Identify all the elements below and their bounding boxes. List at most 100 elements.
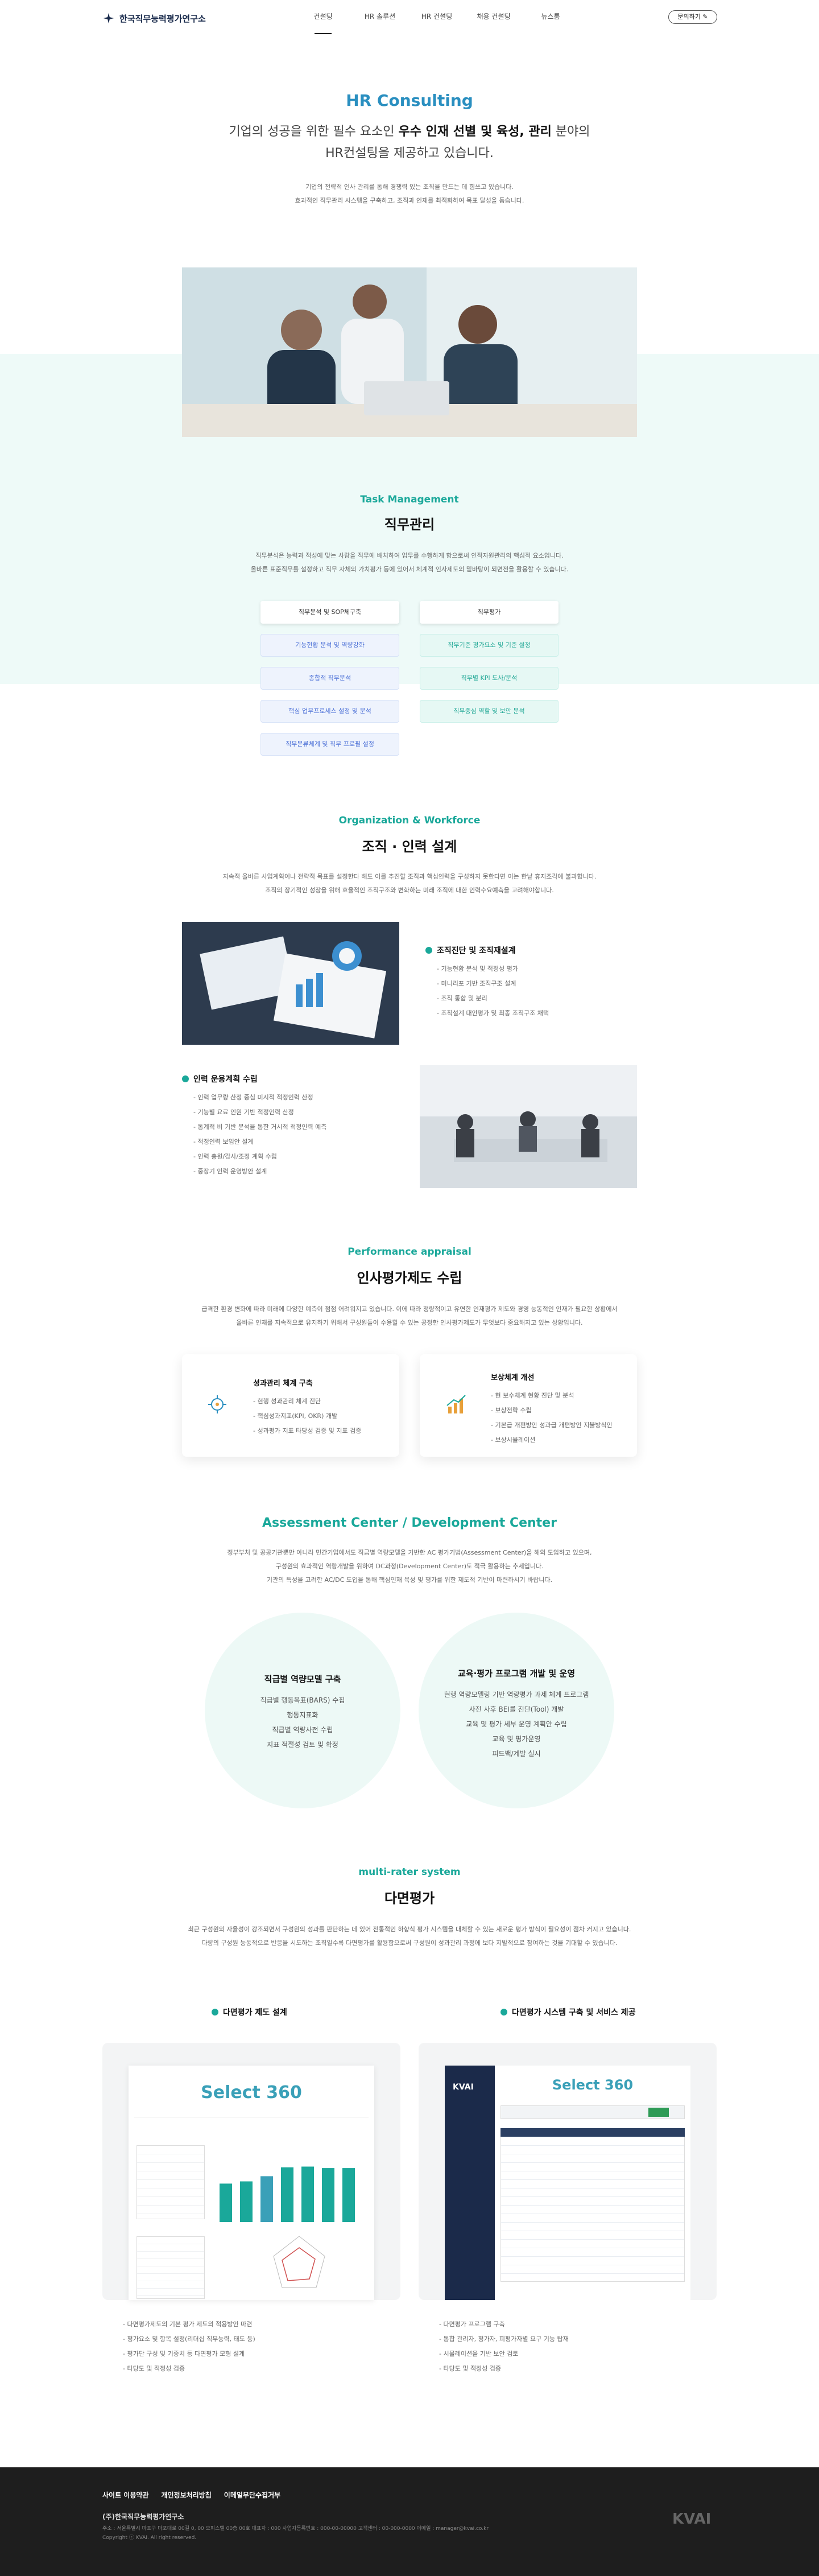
list-item: 보상시뮬레이션 <box>491 1433 613 1448</box>
list-item: 인력 충원/감사/조정 계획 수립 <box>193 1149 387 1164</box>
perf-desc-1: 급격한 환경 변화에 따라 미래에 다양한 예측이 점점 어려워지고 있습니다.… <box>201 1305 618 1313</box>
multi-system-panel: KVAI Select 360 <box>419 2043 717 2300</box>
report-illustration <box>182 922 399 1045</box>
task-item[interactable]: 종합적 직무분석 <box>260 667 399 690</box>
task-item[interactable]: 기능현황 분석 및 역량강화 <box>260 634 399 657</box>
hero-lead-a: 기업의 성공을 위한 필수 요소인 <box>229 125 399 139</box>
hero-desc-2: 효과적인 직무관리 시스템을 구축하고, 조직과 인재를 최적화하여 목표 달성… <box>295 197 524 204</box>
task-item[interactable]: 직무별 KPI 도사/분석 <box>420 667 559 690</box>
list-item: 통합 관리자, 평가자, 피평가자별 요구 기능 탑재 <box>439 2332 568 2347</box>
nav-item-hr-solution[interactable]: HR 솔루션 <box>351 13 408 35</box>
perf-card-1-title: 성과관리 체계 구축 <box>253 1379 313 1388</box>
list-item: 시뮬레이션을 기반 보안 검토 <box>439 2347 569 2361</box>
meeting-illustration <box>182 267 637 437</box>
footer-link-email[interactable]: 이메일무단수집거부 <box>224 2490 280 2500</box>
list-item: 직급별 역량사전 수립 <box>272 1726 333 1734</box>
nav-item-hr-consulting[interactable]: HR 컨설팅 <box>408 13 465 35</box>
list-item: 기능별 요료 인원 기반 적정인력 산정 <box>193 1105 387 1120</box>
org-heading-1: 조직진단 및 조직재설계 <box>425 945 630 956</box>
perf-desc-2: 올바른 인재를 지속적으로 유지하기 위해서 구성원들이 수용할 수 있는 공정… <box>236 1319 583 1326</box>
chart-bar <box>301 2166 314 2222</box>
evaluator-table <box>500 2128 685 2282</box>
chart-bar <box>342 2168 355 2222</box>
perf-title: 인사평가제도 수립 <box>357 1270 462 1286</box>
org-list-2: 인력 업무량 산정 중심 미시적 적정인력 산정기능별 요료 인원 기반 적정인… <box>182 1090 387 1179</box>
org-heading-2: 인력 운용계획 수립 <box>182 1073 387 1085</box>
task-item[interactable]: 핵심 업무프로세스 설정 및 분석 <box>260 700 399 723</box>
list-item: 행동지표화 <box>287 1711 318 1719</box>
hero-lead-2: HR컨설팅을 제공하고 있습니다. <box>325 146 494 160</box>
nav-item-news[interactable]: 뉴스룸 <box>522 13 579 35</box>
perf-card-1-list: 현행 성과관리 체계 진단핵심성과지표(KPI, OKR) 개발성과평가 지표 … <box>253 1394 361 1439</box>
select360-brand: Select 360 <box>201 2083 302 2103</box>
footer-copyright: Copyright ⓒ KVAI. All right reserved. <box>102 2535 197 2541</box>
list-item: 보상전략 수립 <box>491 1403 613 1418</box>
boardroom-illustration <box>420 1065 637 1188</box>
list-item: 성과평가 지표 타당성 검증 및 지표 검증 <box>253 1424 361 1439</box>
list-item: 타당도 및 적정성 검증 <box>439 2361 569 2376</box>
bullet-dot-icon <box>182 1075 189 1082</box>
list-item: 조직 통합 및 분리 <box>437 991 630 1006</box>
chart-bar <box>260 2176 273 2222</box>
list-item: 평가단 구성 및 기중치 등 다면평가 모형 설계 <box>123 2347 255 2361</box>
select360-screen: Select 360 <box>129 2066 374 2300</box>
contact-button[interactable]: 문의하기 ✎ <box>668 10 717 24</box>
multi-desc-2: 다량의 구성원 능동적으로 반응을 시도하는 조직일수록 다면평가를 활용함으로… <box>201 1939 618 1947</box>
score-bar-chart <box>220 2166 355 2222</box>
search-button[interactable] <box>648 2108 669 2117</box>
ac-circle-1-title: 직급별 역량모델 구축 <box>264 1674 341 1684</box>
list-item: 통계적 비 기반 분석을 통한 거시적 적정인력 예측 <box>193 1120 387 1135</box>
footer-link-privacy[interactable]: 개인정보처리방침 <box>161 2490 211 2500</box>
list-item: 타당도 및 적정성 검증 <box>123 2361 255 2376</box>
nav-item-consulting[interactable]: 컨설팅 <box>295 13 351 35</box>
radar-chart-icon <box>273 2236 325 2288</box>
list-item: 핵심성과지표(KPI, OKR) 개발 <box>253 1409 361 1424</box>
bullet-dot-icon <box>500 2009 507 2016</box>
list-item: 평가요소 및 항목 설정(리더십 직무능력, 태도 등) <box>123 2332 255 2347</box>
footer-address: 주소 : 서울특별시 마포구 마포대로 00길 0, 00 오피스텔 00층 0… <box>102 2526 489 2532</box>
org-list-1: 기능현황 분석 및 적정성 평가미니리포 기반 조직구조 설계조직 통합 및 분… <box>425 962 630 1021</box>
chart-bar <box>281 2167 293 2222</box>
task-item[interactable]: 직무중심 역할 및 보안 분석 <box>420 700 559 723</box>
ac-circle-1: 직급별 역량모델 구축 직급별 행동목표(BARS) 수집행동지표화직급별 역량… <box>205 1613 400 1808</box>
logo-text: 한국직무능력평가연구소 <box>119 13 206 24</box>
chart-bar <box>240 2181 253 2222</box>
multi-list-2: 다면평가 프로그램 구축통합 관리자, 평가자, 피평가자별 요구 기능 탑재시… <box>439 2317 569 2376</box>
nav-item-recruit[interactable]: 채용 컨설팅 <box>465 13 522 35</box>
ac-desc-2: 구성원의 효과적인 역량개발을 위하여 DC과정(Development Cen… <box>275 1563 544 1570</box>
footer-company: (주)한국직무능력평가연구소 <box>102 2513 184 2521</box>
contact-label: 문의하기 <box>677 13 701 20</box>
hero-meeting-photo <box>182 267 637 437</box>
perf-card-2-title: 보상체계 개선 <box>491 1374 535 1382</box>
multi-title: 다면평가 <box>384 1890 435 1906</box>
task-item[interactable]: 직무분류체계 및 직무 프로필 설정 <box>260 733 399 756</box>
hero-lead-c: 분야의 <box>551 125 590 139</box>
task-item[interactable]: 직무평가 <box>420 601 559 624</box>
footer-link-terms[interactable]: 사이트 이용약관 <box>102 2490 148 2500</box>
hero-eng-title: HR Consulting <box>346 91 473 110</box>
list-item: 지표 적절성 검토 및 확정 <box>267 1741 338 1749</box>
org-block-1: 조직진단 및 조직재설계 기능현황 분석 및 적정성 평가미니리포 기반 조직구… <box>425 945 630 1021</box>
task-item[interactable]: 직무기준 평가요소 및 기준 설정 <box>420 634 559 657</box>
multi-desc-1: 최근 구성원의 자율성이 강조되면서 구성원의 성과를 판단하는 데 있어 전통… <box>188 1926 631 1933</box>
list-item: 직급별 행동목표(BARS) 수집 <box>260 1696 345 1704</box>
task-item[interactable]: 직무분석 및 SOP체구축 <box>260 601 399 624</box>
multi-heading-1: 다면평가 제도 설계 <box>212 2006 287 2018</box>
multi-list-1: 다면평가제도의 기본 평가 제도의 적용방안 마련평가요소 및 항목 설정(리더… <box>123 2317 255 2376</box>
hero-lead: 기업의 성공을 위한 필수 요소인 우수 인재 선별 및 육성, 관리 분야의 <box>0 122 819 142</box>
star-logo-icon <box>103 13 114 24</box>
multi-heading-1-text: 다면평가 제도 설계 <box>223 2008 287 2017</box>
perf-card-2: 보상체계 개선 현 보수체계 현황 진단 및 분석보상전략 수립기본급 개편방안… <box>420 1354 637 1457</box>
org-eng-title: Organization & Workforce <box>338 815 481 826</box>
list-item: 사전 사후 BEI를 진단(Tool) 개발 <box>469 1705 564 1713</box>
site-logo[interactable]: 한국직무능력평가연구소 <box>102 10 206 27</box>
list-item: 기능현황 분석 및 적정성 평가 <box>437 962 630 976</box>
select360-brand-2: Select 360 <box>552 2077 634 2093</box>
list-item: 미니리포 기반 조직구조 설계 <box>437 976 630 991</box>
list-item: 현행 성과관리 체계 진단 <box>253 1394 361 1409</box>
perf-eng-title: Performance appraisal <box>348 1246 471 1258</box>
list-item: 현 보수체계 현황 진단 및 분석 <box>491 1388 613 1403</box>
multi-eng-title: multi-rater system <box>358 1866 461 1878</box>
perf-card-2-list: 현 보수체계 현황 진단 및 분석보상전략 수립기본급 개편방안 성과급 개편방… <box>491 1388 613 1448</box>
bar-chart-icon <box>446 1395 466 1413</box>
